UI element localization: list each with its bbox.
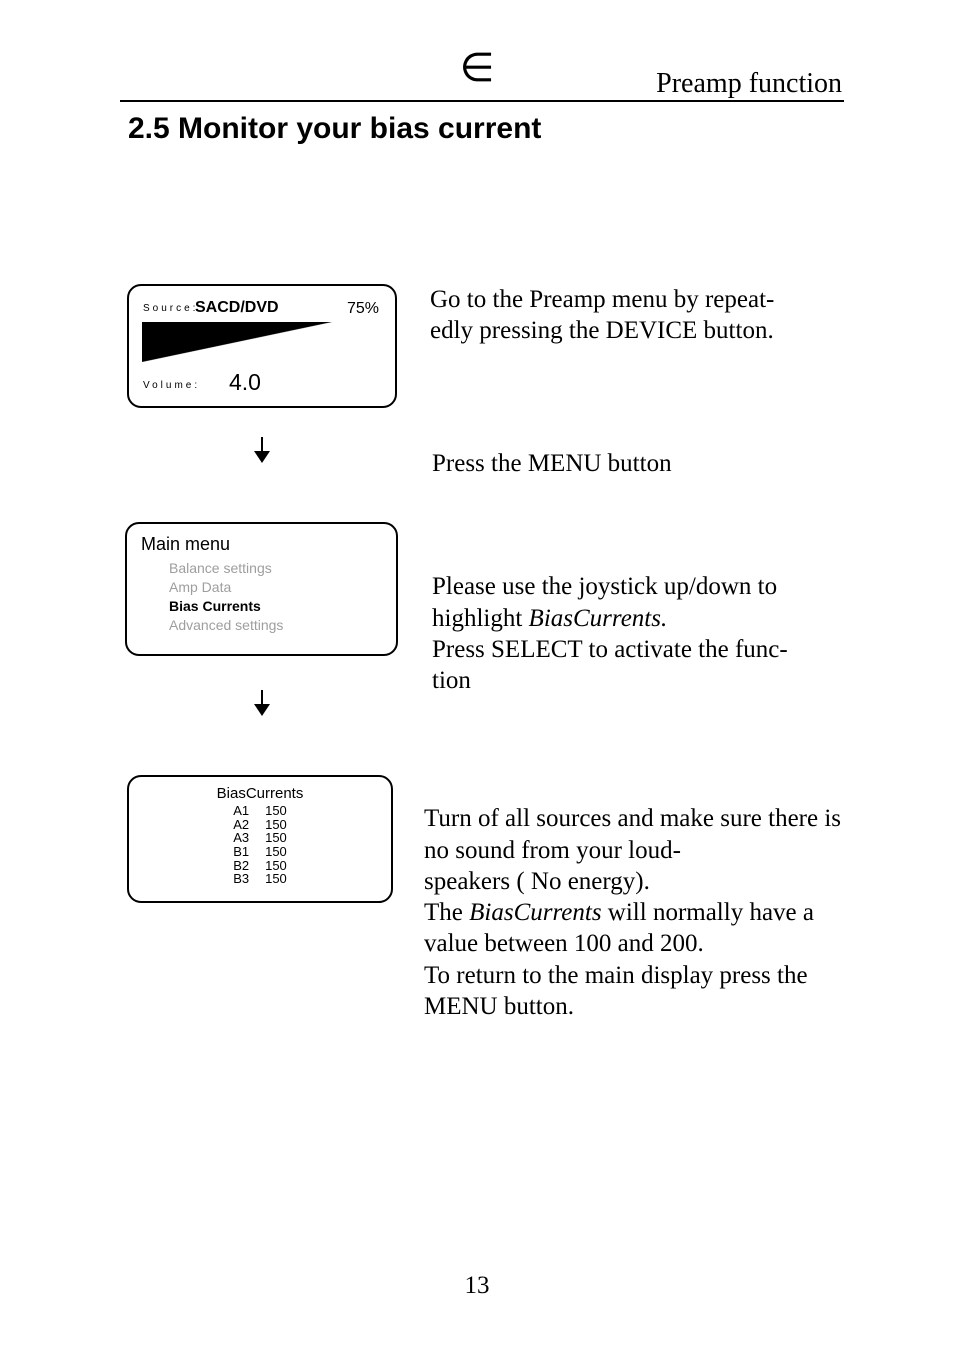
menu-item-selected: Bias Currents bbox=[169, 597, 382, 616]
logo-symbol: ∈ bbox=[460, 44, 495, 91]
step4-em: BiasCurrents bbox=[469, 899, 601, 926]
main-menu-panel: Main menu Balance settings Amp Data Bias… bbox=[125, 522, 398, 656]
bias-ch: A1 bbox=[225, 804, 257, 818]
table-row: A3150 bbox=[225, 831, 295, 845]
step2-text: Press the MENU button bbox=[432, 448, 852, 479]
bias-ch: B3 bbox=[225, 872, 257, 886]
bias-val: 150 bbox=[257, 845, 295, 859]
main-menu-title: Main menu bbox=[141, 534, 382, 555]
table-row: B2150 bbox=[225, 859, 295, 873]
bias-ch: A2 bbox=[225, 818, 257, 832]
down-arrow-icon bbox=[253, 690, 271, 718]
step3-text-b: Press SELECT to activate the func- tion bbox=[432, 636, 788, 694]
source-value: SACD/DVD bbox=[195, 299, 279, 317]
bias-currents-panel: BiasCurrents A1150 A2150 A3150 B1150 B21… bbox=[127, 775, 393, 903]
step1-text: Go to the Preamp menu by repeat- edly pr… bbox=[430, 284, 860, 347]
page-label: Preamp function bbox=[656, 68, 842, 100]
bias-val: 150 bbox=[257, 831, 295, 845]
source-label: Source: bbox=[143, 303, 198, 314]
bias-val: 150 bbox=[257, 818, 295, 832]
menu-item: Amp Data bbox=[169, 578, 382, 597]
table-row: B1150 bbox=[225, 845, 295, 859]
table-row: A2150 bbox=[225, 818, 295, 832]
step3-em: BiasCurrents. bbox=[529, 605, 668, 632]
step3-text: Please use the joystick up/down to highl… bbox=[432, 540, 852, 696]
table-row: A1150 bbox=[225, 804, 295, 818]
percent-value: 75% bbox=[347, 300, 379, 318]
bias-currents-title: BiasCurrents bbox=[129, 785, 391, 802]
down-arrow-icon bbox=[253, 437, 271, 465]
bias-ch: B1 bbox=[225, 845, 257, 859]
section-title: 2.5 Monitor your bias current bbox=[128, 112, 541, 146]
menu-item: Balance settings bbox=[169, 559, 382, 578]
volume-label: Volume: bbox=[143, 380, 200, 391]
volume-triangle-icon bbox=[142, 322, 332, 362]
volume-value: 4.0 bbox=[229, 369, 261, 396]
bias-currents-table: A1150 A2150 A3150 B1150 B2150 B3150 bbox=[225, 804, 295, 886]
step4-text: Turn of all sources and make sure there … bbox=[424, 772, 854, 1022]
bias-val: 150 bbox=[257, 804, 295, 818]
table-row: B3150 bbox=[225, 872, 295, 886]
bias-ch: A3 bbox=[225, 831, 257, 845]
bias-val: 150 bbox=[257, 872, 295, 886]
bias-ch: B2 bbox=[225, 859, 257, 873]
preamp-display-panel: Source: SACD/DVD 75% Volume: 4.0 bbox=[127, 284, 397, 408]
bias-val: 150 bbox=[257, 859, 295, 873]
menu-item: Advanced settings bbox=[169, 616, 382, 635]
header-rule bbox=[120, 100, 844, 102]
page-number: 13 bbox=[0, 1272, 954, 1300]
